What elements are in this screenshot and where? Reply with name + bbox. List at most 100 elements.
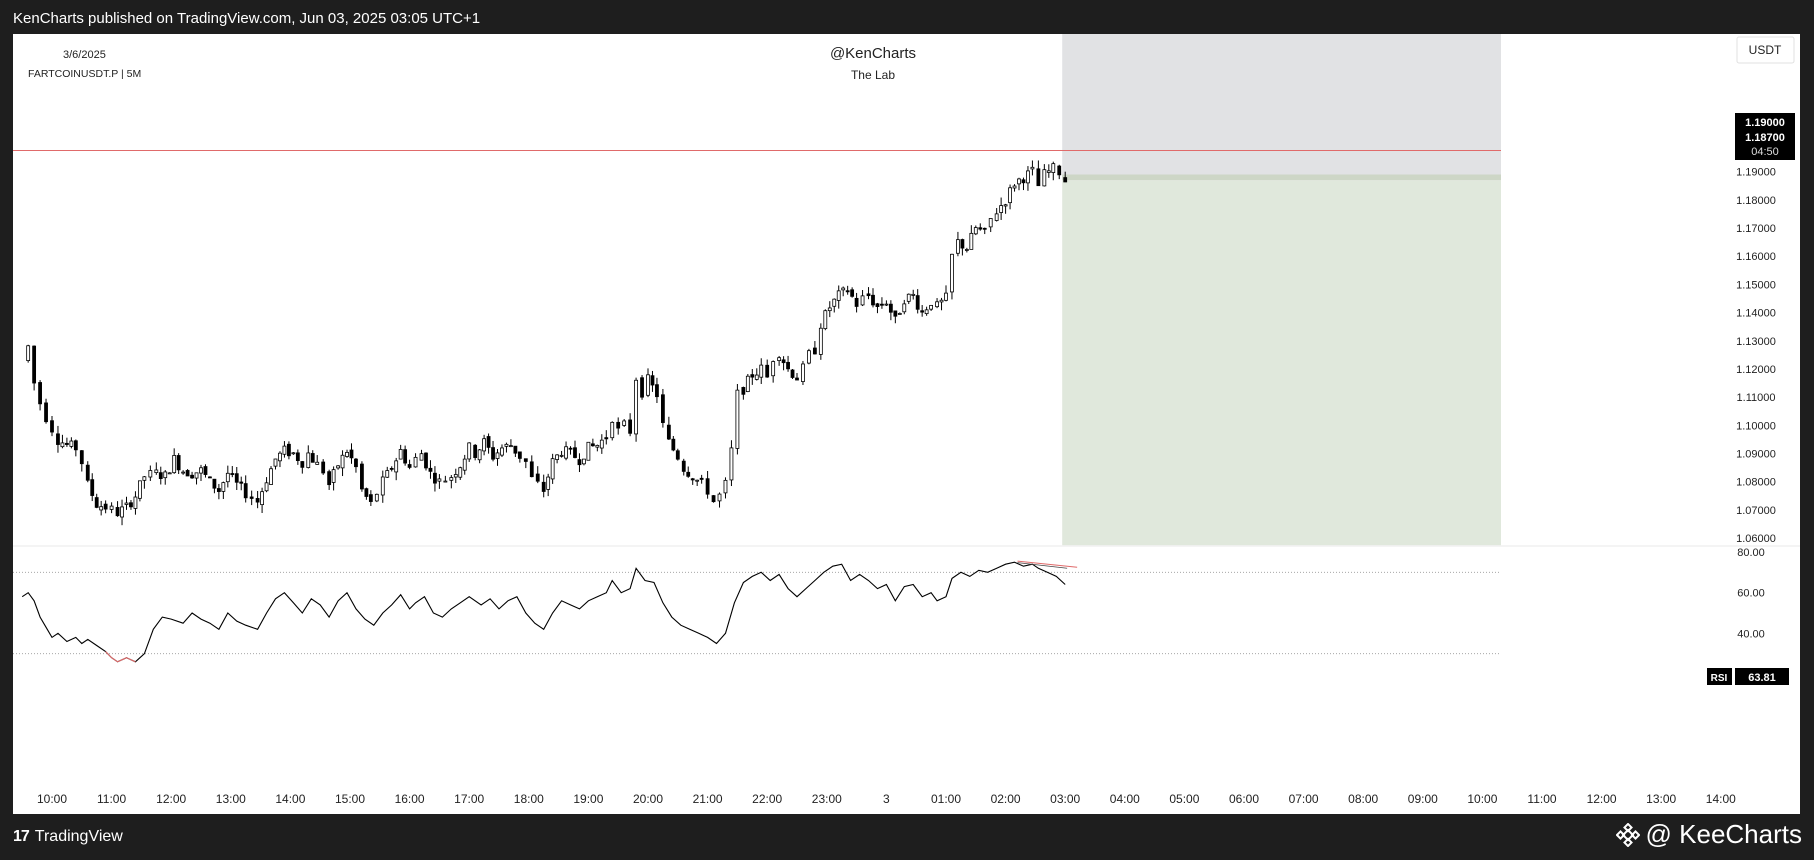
candle-body	[845, 290, 850, 293]
candle-body	[781, 359, 786, 364]
candle-body	[969, 232, 974, 250]
candle-body	[398, 449, 403, 460]
candle-body	[695, 479, 700, 482]
candle-body	[823, 310, 828, 330]
candle-body	[854, 297, 859, 307]
position-tool[interactable]	[13, 34, 1501, 546]
candle-body	[504, 443, 509, 447]
candle-body	[866, 293, 871, 297]
chart-panel[interactable]: 1.200001.190001.180001.170001.160001.150…	[13, 34, 1800, 814]
candle-body	[1012, 185, 1017, 189]
candle-body	[661, 394, 665, 423]
candle-body	[310, 453, 315, 463]
candle-body	[666, 424, 671, 440]
price-tick-label: 1.09000	[1736, 449, 1776, 461]
candle-body	[458, 467, 463, 478]
candle-body	[230, 473, 235, 475]
candle-body	[529, 461, 534, 478]
candle-body	[897, 313, 902, 315]
time-tick-label: 07:00	[1289, 792, 1319, 806]
candle-body	[893, 310, 898, 317]
candle-body	[185, 470, 190, 477]
candle-body	[622, 420, 627, 426]
price-tick-label: 1.17000	[1736, 223, 1776, 235]
candle-body	[467, 442, 472, 460]
price-tick-label: 1.07000	[1736, 505, 1776, 517]
price-tick-label: 1.14000	[1736, 308, 1776, 320]
candle-body	[675, 450, 680, 460]
candle-body	[836, 290, 841, 301]
candle-body	[364, 488, 369, 497]
candle-body	[194, 472, 199, 479]
candle-body	[509, 445, 513, 448]
candle-body	[929, 304, 933, 310]
candle-body	[771, 361, 776, 377]
time-tick-label: 04:00	[1110, 792, 1140, 806]
watermark-text: @ KeeCharts	[1645, 819, 1802, 849]
candle-body	[850, 289, 855, 297]
candle-body	[345, 451, 349, 457]
candle-body	[559, 454, 564, 457]
time-tick-label: 22:00	[752, 792, 782, 806]
candle-body	[354, 458, 358, 468]
axes: 1.200001.190001.180001.170001.160001.150…	[37, 139, 1776, 807]
candle-body	[336, 465, 340, 469]
time-tick-label: 03:00	[1050, 792, 1080, 806]
candle-body	[243, 483, 248, 499]
candle-body	[555, 454, 560, 460]
candle-body	[610, 421, 615, 439]
candle-body	[741, 387, 746, 395]
candle-body	[190, 474, 194, 479]
chart-svg[interactable]: 1.200001.190001.180001.170001.160001.150…	[13, 34, 1800, 814]
candle-body	[203, 466, 208, 475]
candle-body	[964, 249, 969, 251]
rsi-indicator	[13, 560, 1501, 663]
currency-button[interactable]: USDT	[1736, 36, 1795, 64]
candle-body	[1008, 187, 1012, 204]
time-tick-label: 14:00	[1706, 792, 1736, 806]
price-tick-label: 1.15000	[1736, 279, 1776, 291]
rsi-tick-label: 80.00	[1737, 547, 1765, 559]
candle-body	[999, 205, 1004, 213]
candle-body	[690, 478, 695, 481]
time-tick-label: 12:00	[156, 792, 186, 806]
rsi-tick-label: 60.00	[1737, 588, 1765, 600]
candle-body	[723, 479, 728, 494]
candle-body	[368, 494, 373, 502]
rsi-oversold-segment	[105, 651, 136, 663]
candle-body	[924, 309, 929, 315]
candle-body	[449, 477, 454, 481]
candle-body	[158, 472, 163, 479]
candle-body	[735, 389, 740, 449]
candle-body	[90, 479, 95, 496]
candle-body	[1030, 166, 1035, 170]
author-title: @KenCharts	[830, 45, 916, 62]
candle-body	[541, 481, 546, 492]
candle-body	[523, 458, 528, 462]
candle-body	[906, 293, 911, 302]
candle-body	[604, 437, 609, 440]
rsi-line	[21, 561, 1066, 663]
tradingview-logo[interactable]: 17 TradingView	[13, 828, 123, 846]
time-tick-label: 14:00	[275, 792, 305, 806]
candle-body	[535, 473, 540, 482]
candle-body	[956, 239, 960, 254]
candle-body	[888, 303, 893, 313]
candle-body	[786, 361, 790, 370]
symbol-label[interactable]: FARTCOINUSDT.P | 5M	[28, 68, 141, 80]
candle-body	[428, 467, 433, 472]
time-tick-label: 3	[883, 792, 890, 806]
candle-body	[69, 440, 74, 447]
candle-body	[216, 488, 221, 492]
candle-body	[517, 451, 522, 459]
candle-body	[988, 218, 993, 228]
entry-band	[1062, 174, 1501, 181]
candle-body	[109, 505, 114, 510]
candle-body	[433, 472, 437, 484]
published-text: KenCharts published on TradingView.com, …	[13, 10, 481, 27]
candle-body	[26, 345, 31, 361]
lab-subtitle: The Lab	[851, 68, 895, 82]
candle-body	[85, 464, 90, 481]
candle-body	[1003, 204, 1008, 207]
candle-body	[875, 303, 880, 307]
